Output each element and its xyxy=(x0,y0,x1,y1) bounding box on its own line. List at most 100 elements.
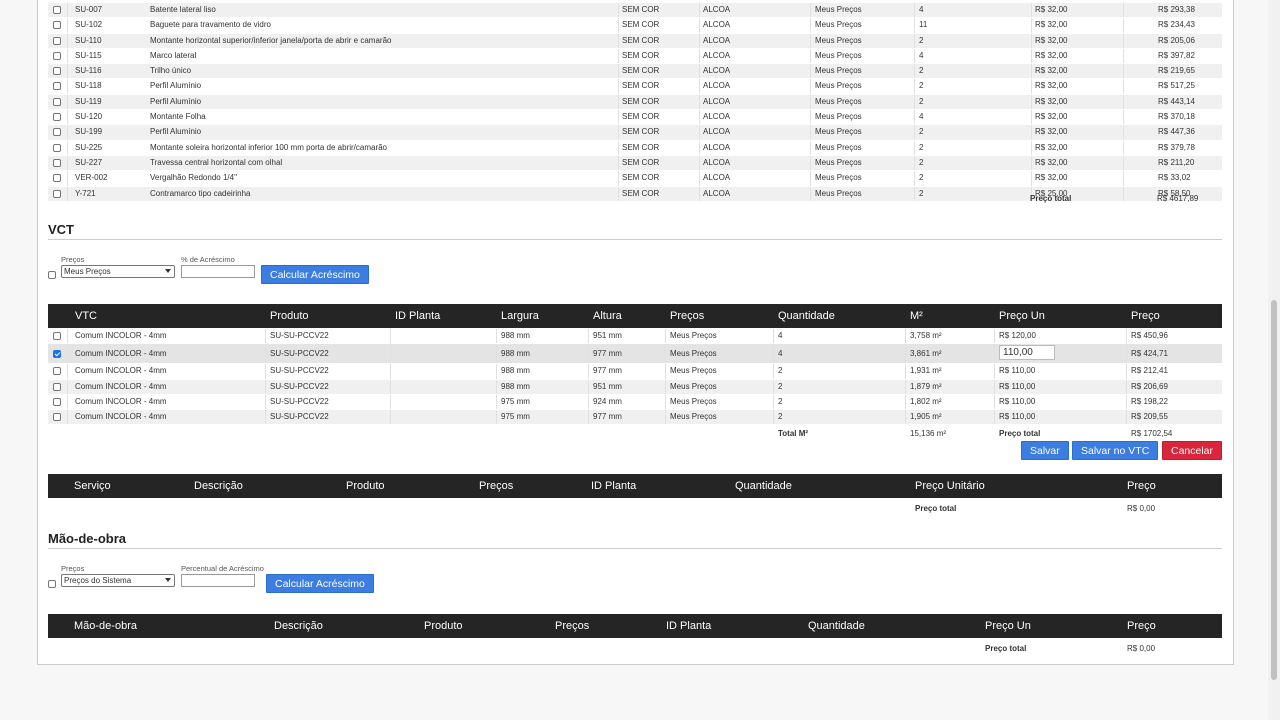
cell-prices: Meus Preços xyxy=(815,5,862,14)
column-header[interactable]: Quantidade xyxy=(808,620,865,632)
cancel-button[interactable]: Cancelar xyxy=(1162,441,1223,460)
row-checkbox[interactable] xyxy=(53,143,61,152)
row-checkbox[interactable] xyxy=(53,413,61,422)
mao-title: Mão-de-obra xyxy=(48,531,126,546)
cell-divider xyxy=(905,329,906,344)
row-checkbox[interactable] xyxy=(53,36,61,45)
column-header[interactable]: Serviço xyxy=(74,480,111,492)
column-header[interactable]: Preços xyxy=(670,310,704,322)
cell-divider xyxy=(1123,186,1124,201)
column-header[interactable]: Quantidade xyxy=(778,310,835,322)
column-header[interactable]: Altura xyxy=(593,310,622,322)
row-checkbox[interactable] xyxy=(53,113,61,122)
row-checkbox[interactable] xyxy=(53,397,61,406)
row-checkbox[interactable] xyxy=(53,382,61,391)
cell-prices: Meus Preços xyxy=(670,381,717,391)
cell-area: 3,861 m² xyxy=(910,349,942,359)
cell-description: Marco lateral xyxy=(150,50,197,60)
column-header[interactable]: M² xyxy=(910,310,923,322)
column-header[interactable]: Preços xyxy=(479,480,513,492)
row-checkbox[interactable] xyxy=(53,82,61,91)
row-checkbox[interactable] xyxy=(53,21,61,30)
column-header[interactable]: ID Planta xyxy=(666,620,711,632)
row-checkbox[interactable] xyxy=(53,189,61,198)
unit-price-input[interactable]: 110,00 xyxy=(999,345,1055,361)
cell-description: Trilho único xyxy=(150,66,192,76)
column-header[interactable]: Produto xyxy=(270,310,309,322)
cell-divider xyxy=(1123,33,1124,48)
row-checkbox[interactable] xyxy=(53,67,61,76)
cell-divider xyxy=(1031,110,1032,125)
cell-divider xyxy=(914,186,915,201)
cell-color: SEM COR xyxy=(622,5,660,14)
column-header[interactable]: VTC xyxy=(75,310,97,322)
page-scrollbar[interactable] xyxy=(1268,0,1280,720)
column-header[interactable]: Preço xyxy=(1131,310,1160,322)
table-row[interactable]: Comum INCOLOR - 4mm SU-SU-PCCV22 975 mm 924… xyxy=(48,394,1222,411)
row-checkbox[interactable] xyxy=(53,51,61,60)
cell-total: R$ 205,06 xyxy=(1158,35,1195,45)
cell-divider xyxy=(810,155,811,171)
row-checkbox[interactable] xyxy=(53,350,61,359)
save-button[interactable]: Salvar xyxy=(1021,441,1069,460)
mao-acrescimo-input[interactable] xyxy=(181,574,255,587)
column-header[interactable]: Preço Unitário xyxy=(915,480,985,492)
cell-area: 1,931 m² xyxy=(910,366,942,376)
cell-quantity: 4 xyxy=(919,5,924,14)
column-header[interactable]: Preço Un xyxy=(985,620,1031,632)
vct-precos-select[interactable]: Meus Preços xyxy=(61,265,175,278)
cell-color: SEM COR xyxy=(622,157,660,167)
cell-divider xyxy=(496,329,497,344)
cell-description: Travessa central horizontal com olhal xyxy=(150,157,283,167)
save-vtc-button[interactable]: Salvar no VTC xyxy=(1072,441,1159,460)
mao-precos-select[interactable]: Preços do Sistema xyxy=(61,574,175,587)
column-header[interactable]: Preço xyxy=(1127,620,1156,632)
vct-calc-button[interactable]: Calcular Acréscimo xyxy=(261,265,369,284)
column-header[interactable]: Produto xyxy=(424,620,463,632)
cell-divider xyxy=(1123,155,1124,171)
column-header[interactable]: Descrição xyxy=(194,480,243,492)
column-header[interactable]: ID Planta xyxy=(591,480,636,492)
column-header[interactable]: Largura xyxy=(501,310,539,322)
mao-calc-button[interactable]: Calcular Acréscimo xyxy=(266,574,374,593)
table-row[interactable]: Comum INCOLOR - 4mm SU-SU-PCCV22 988 mm 951… xyxy=(48,329,1222,345)
cell-quantity: 2 xyxy=(919,127,924,137)
vct-acrescimo-input[interactable] xyxy=(181,265,255,278)
column-header[interactable]: Mão-de-obra xyxy=(74,620,137,632)
column-header[interactable]: Preços xyxy=(555,620,589,632)
row-checkbox[interactable] xyxy=(53,367,61,376)
table-row[interactable]: Comum INCOLOR - 4mm SU-SU-PCCV22 988 mm 977… xyxy=(48,344,1222,365)
cell-divider xyxy=(618,155,619,171)
table-row[interactable]: Comum INCOLOR - 4mm SU-SU-PCCV22 988 mm 977… xyxy=(48,364,1222,380)
column-header[interactable]: Preço Un xyxy=(999,310,1045,322)
cell-divider xyxy=(588,410,589,425)
column-header[interactable]: Preço xyxy=(1127,480,1156,492)
cell-width: 975 mm xyxy=(501,396,530,406)
cell-divider xyxy=(914,18,915,33)
cell-description: Perfil Alumínio xyxy=(150,96,202,106)
cell-divider xyxy=(810,33,811,48)
cell-prices: Meus Preços xyxy=(815,112,862,122)
table-row[interactable]: Comum INCOLOR - 4mm SU-SU-PCCV22 988 mm 951… xyxy=(48,379,1222,395)
cell-divider xyxy=(618,171,619,186)
mao-select-all-checkbox[interactable] xyxy=(48,580,56,588)
row-checkbox[interactable] xyxy=(53,174,61,183)
column-header[interactable]: Produto xyxy=(346,480,385,492)
scrollbar-thumb[interactable] xyxy=(1271,300,1277,680)
column-header[interactable]: Quantidade xyxy=(735,480,792,492)
row-checkbox[interactable] xyxy=(53,128,61,137)
table-row: SU-119 Perfil Alumínio SEM COR ALCOA Meus Pr… xyxy=(48,94,1222,111)
cell-divider xyxy=(699,79,700,94)
table-row[interactable]: Comum INCOLOR - 4mm SU-SU-PCCV22 975 mm 977… xyxy=(48,410,1222,426)
vct-select-all-checkbox[interactable] xyxy=(48,271,56,279)
servico-total-label: Preço total xyxy=(915,504,957,513)
column-header[interactable]: ID Planta xyxy=(395,310,440,322)
row-checkbox[interactable] xyxy=(53,158,61,167)
cell-divider xyxy=(905,344,906,364)
row-checkbox[interactable] xyxy=(53,332,61,340)
column-header[interactable]: Descrição xyxy=(274,620,323,632)
row-checkbox[interactable] xyxy=(53,97,61,106)
cell-prices: Meus Preços xyxy=(670,349,717,359)
row-checkbox[interactable] xyxy=(53,6,61,14)
cell-code: VER-002 xyxy=(75,173,108,183)
